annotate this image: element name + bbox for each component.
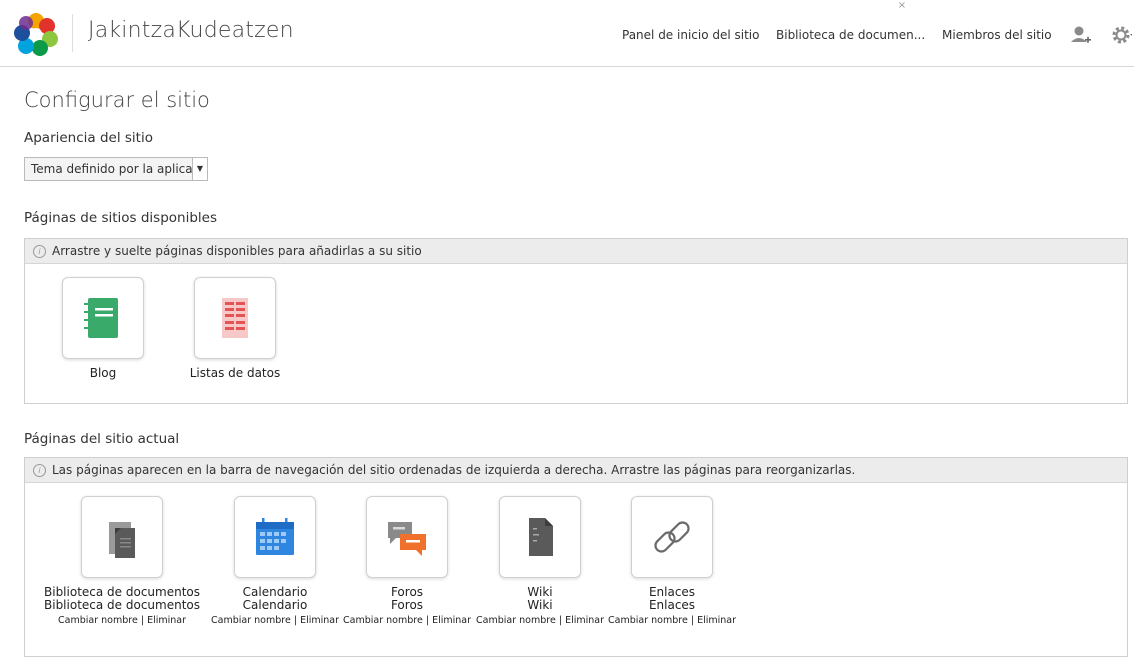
blog-icon	[84, 298, 118, 338]
page-tile-links-subtitle: Enlaces	[648, 598, 696, 612]
theme-select-value: Tema definido por la aplica	[31, 162, 193, 176]
remove-link[interactable]: Eliminar	[697, 615, 736, 626]
available-pages-label: Páginas de sitios disponibles	[24, 210, 218, 226]
info-icon: i	[33, 463, 46, 477]
remove-link[interactable]: Eliminar	[300, 615, 339, 626]
site-header: JakintzaKudeatzen × Panel de inicio del …	[0, 0, 1134, 67]
current-pages-hint: Las páginas aparecen en la barra de nave…	[52, 463, 856, 477]
nav-site-members[interactable]: Miembros del sitio	[942, 28, 1052, 42]
remove-link[interactable]: Eliminar	[147, 615, 186, 626]
page-tile-document-library-subtitle: Biblioteca de documentos	[44, 598, 200, 612]
site-title[interactable]: JakintzaKudeatzen	[88, 18, 294, 43]
action-separator: |	[293, 615, 298, 626]
page-tile-blog[interactable]	[62, 277, 144, 359]
page-tile-wiki-actions: Cambiar nombre | Eliminar	[474, 615, 606, 626]
page-tile-blog-label: Blog	[89, 366, 117, 380]
current-pages-label: Páginas del sitio actual	[24, 431, 180, 447]
page-tile-document-library-title: Biblioteca de documentos	[44, 585, 200, 599]
theme-select[interactable]: Tema definido por la aplica ▼	[24, 157, 208, 181]
page-tile-wiki-title: Wiki	[527, 585, 553, 599]
document-library-icon	[109, 522, 135, 558]
page-tile-document-library-actions: Cambiar nombre | Eliminar	[56, 615, 188, 626]
data-lists-icon	[222, 298, 248, 338]
page-tile-forums[interactable]	[366, 496, 448, 578]
page-tile-links[interactable]	[631, 496, 713, 578]
page-tile-wiki[interactable]	[499, 496, 581, 578]
forums-icon	[388, 522, 426, 556]
add-user-icon[interactable]	[1070, 24, 1092, 46]
page-tile-data-lists[interactable]	[194, 277, 276, 359]
page-tile-document-library[interactable]	[81, 496, 163, 578]
action-separator: |	[690, 615, 695, 626]
page-tile-links-title: Enlaces	[648, 585, 696, 599]
alfresco-logo-icon[interactable]	[12, 12, 60, 56]
available-pages-hint: Arrastre y suelte páginas disponibles pa…	[52, 244, 422, 258]
wiki-icon	[529, 518, 553, 556]
rename-link[interactable]: Cambiar nombre	[608, 615, 688, 626]
page-tile-wiki-subtitle: Wiki	[527, 598, 553, 612]
page-tile-forums-subtitle: Foros	[390, 598, 424, 612]
page-tile-calendar-title: Calendario	[242, 585, 308, 599]
links-icon	[654, 521, 690, 553]
page-title: Configurar el sitio	[24, 88, 210, 112]
page-tile-calendar-actions: Cambiar nombre | Eliminar	[209, 615, 341, 626]
nav-document-library[interactable]: Biblioteca de documen...	[776, 28, 925, 42]
page-tile-links-actions: Cambiar nombre | Eliminar	[606, 615, 738, 626]
close-icon[interactable]: ×	[896, 0, 908, 12]
rename-link[interactable]: Cambiar nombre	[476, 615, 556, 626]
rename-link[interactable]: Cambiar nombre	[211, 615, 291, 626]
available-pages-hint-bar: i Arrastre y suelte páginas disponibles …	[25, 239, 1127, 264]
calendar-icon	[256, 518, 294, 555]
page-tile-calendar-subtitle: Calendario	[242, 598, 308, 612]
page-tile-data-lists-label: Listas de datos	[189, 366, 281, 380]
page-tile-calendar[interactable]	[234, 496, 316, 578]
gear-icon[interactable]	[1110, 24, 1132, 46]
chevron-down-icon[interactable]: ▼	[192, 158, 207, 180]
action-separator: |	[425, 615, 430, 626]
current-pages-hint-bar: i Las páginas aparecen en la barra de na…	[25, 458, 1127, 483]
page-tile-forums-actions: Cambiar nombre | Eliminar	[341, 615, 473, 626]
remove-link[interactable]: Eliminar	[432, 615, 471, 626]
rename-link[interactable]: Cambiar nombre	[58, 615, 138, 626]
action-separator: |	[140, 615, 145, 626]
rename-link[interactable]: Cambiar nombre	[343, 615, 423, 626]
info-icon: i	[33, 244, 46, 258]
action-separator: |	[558, 615, 563, 626]
page-tile-forums-title: Foros	[390, 585, 424, 599]
appearance-label: Apariencia del sitio	[24, 130, 153, 146]
nav-site-dashboard[interactable]: Panel de inicio del sitio	[622, 28, 759, 42]
remove-link[interactable]: Eliminar	[565, 615, 604, 626]
logo-divider	[72, 14, 73, 52]
